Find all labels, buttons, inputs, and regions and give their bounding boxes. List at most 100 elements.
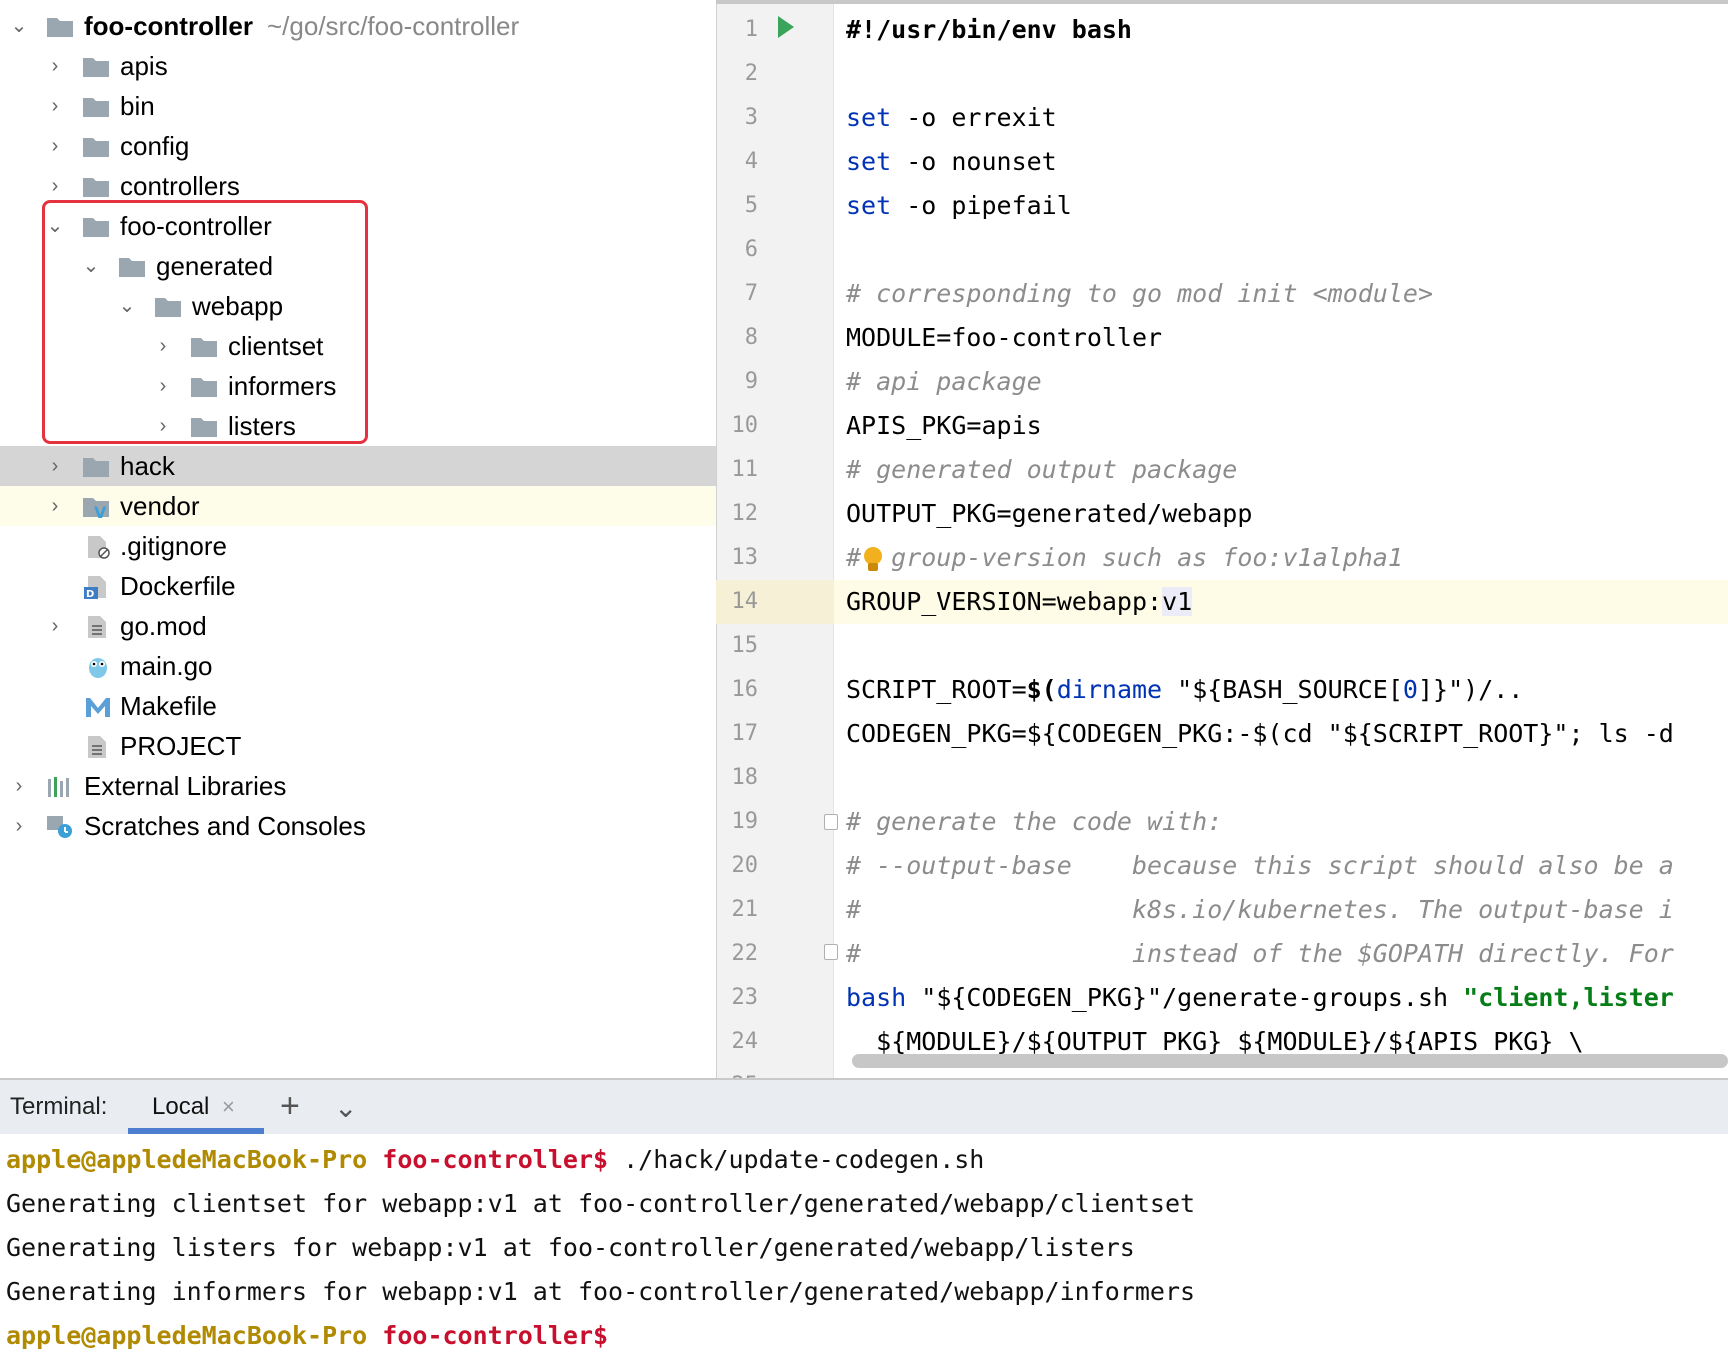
line-number: 11: [731, 457, 759, 482]
code-line-current: GROUP_VERSION=webapp:v1: [846, 587, 1193, 616]
ignore-file-icon: [88, 536, 110, 559]
chevron-right-icon[interactable]: ›: [46, 126, 64, 166]
svg-text:V: V: [94, 503, 107, 519]
terminal-command: ./hack/update-codegen.sh: [608, 1145, 985, 1174]
lightbulb-base: [868, 563, 878, 571]
code-line: #!/usr/bin/env bash: [846, 15, 1132, 44]
chevron-right-icon[interactable]: ›: [46, 486, 64, 526]
code-line: # group-version such as foo:v1alpha1: [846, 543, 1403, 572]
tree-item-dockerfile[interactable]: D Dockerfile: [0, 566, 716, 606]
prompt-user: apple@appledeMacBook-Pro: [6, 1321, 368, 1350]
tree-item-external-libraries[interactable]: › External Libraries: [0, 766, 716, 806]
line-number: 24: [731, 1029, 759, 1054]
terminal-header: Terminal: Local × + ⌄: [0, 1078, 1728, 1134]
line-number: 18: [731, 765, 759, 790]
tree-item-label: vendor: [120, 491, 200, 521]
tree-root[interactable]: ⌄ foo-controller ~/go/src/foo-controller: [0, 6, 716, 46]
tree-item-project[interactable]: PROJECT: [0, 726, 716, 766]
terminal-line: Generating listers for webapp:v1 at foo-…: [6, 1233, 1135, 1262]
chevron-down-icon[interactable]: ⌄: [334, 1082, 357, 1134]
annotation-highlight-box: [42, 200, 368, 444]
line-number: 4: [744, 149, 758, 174]
chevron-right-icon[interactable]: ›: [46, 46, 64, 86]
chevron-right-icon[interactable]: ›: [10, 766, 28, 806]
folder-icon: [83, 458, 109, 477]
fold-marker-icon[interactable]: [824, 944, 838, 960]
tree-item-apis[interactable]: › apis: [0, 46, 716, 86]
code-editor[interactable]: 1 2 3 4 5 6 7 8 9 10 11 12 13 14 15 16 1…: [716, 0, 1728, 1078]
library-icon: [48, 777, 69, 797]
tree-item-label: .gitignore: [120, 531, 227, 561]
tree-item-hack[interactable]: › hack: [0, 446, 716, 486]
chevron-down-icon[interactable]: ⌄: [10, 6, 28, 46]
prompt-dir: foo-controller$: [382, 1321, 609, 1350]
tree-item-scratches[interactable]: › Scratches and Consoles: [0, 806, 716, 846]
line-number: 22: [731, 941, 759, 966]
chevron-right-icon[interactable]: ›: [46, 606, 64, 646]
line-number: 21: [731, 897, 759, 922]
tree-item-label: Scratches and Consoles: [84, 811, 366, 841]
project-tree: ⌄ foo-controller ~/go/src/foo-controller …: [0, 0, 716, 1078]
text-file-icon: [88, 736, 106, 758]
line-number: 15: [731, 633, 759, 658]
editor-top-border: [716, 0, 1728, 4]
line-number: 20: [731, 853, 759, 878]
tree-item-label: Makefile: [120, 691, 217, 721]
line-number: 7: [744, 281, 758, 306]
line-number: 3: [744, 105, 758, 130]
fold-marker-icon[interactable]: [824, 814, 838, 830]
line-number: 14: [731, 589, 759, 614]
terminal-output[interactable]: apple@appledeMacBook-Pro foo-controller$…: [0, 1134, 1728, 1352]
folder-icon: [83, 178, 109, 197]
scratches-icon: [47, 816, 72, 838]
chevron-right-icon[interactable]: ›: [10, 806, 28, 846]
tab-local[interactable]: Local ×: [128, 1080, 264, 1134]
code-line: # generated output package: [846, 455, 1238, 484]
line-number: 6: [744, 237, 758, 262]
line-number: 8: [744, 325, 758, 350]
close-icon[interactable]: ×: [222, 1080, 235, 1134]
vendor-folder-icon: V: [83, 498, 109, 519]
code-line: # --output-base because this script shou…: [846, 851, 1674, 880]
tree-item-label: hack: [120, 451, 175, 481]
tree-item-go-mod[interactable]: › go.mod: [0, 606, 716, 646]
tree-item-main-go[interactable]: main.go: [0, 646, 716, 686]
code-line: set -o errexit: [846, 103, 1057, 132]
line-number: 2: [744, 61, 758, 86]
add-tab-icon[interactable]: +: [280, 1080, 300, 1132]
terminal-title: Terminal:: [10, 1093, 108, 1120]
terminal-line: Generating informers for webapp:v1 at fo…: [6, 1277, 1196, 1306]
tree-item-label: bin: [120, 91, 155, 121]
terminal-line: apple@appledeMacBook-Pro foo-controller$…: [6, 1138, 984, 1182]
svg-text:D: D: [86, 589, 94, 599]
line-number: 17: [731, 721, 759, 746]
line-number: 12: [731, 501, 759, 526]
makefile-icon: [86, 698, 110, 717]
chevron-right-icon[interactable]: ›: [46, 86, 64, 126]
tree-item-config[interactable]: › config: [0, 126, 716, 166]
code-line: # k8s.io/kubernetes. The output-base i: [846, 895, 1674, 924]
prompt-user: apple@appledeMacBook-Pro: [6, 1145, 368, 1174]
code-line: # generate the code with:: [846, 807, 1223, 836]
tree-item-gitignore[interactable]: .gitignore: [0, 526, 716, 566]
horizontal-scrollbar[interactable]: [852, 1054, 1728, 1068]
line-number: 25: [716, 1064, 759, 1078]
line-number: 19: [731, 809, 759, 834]
tree-item-bin[interactable]: › bin: [0, 86, 716, 126]
tree-root-path: ~/go/src/foo-controller: [267, 11, 520, 41]
tree-item-makefile[interactable]: Makefile: [0, 686, 716, 726]
code-line: CODEGEN_PKG=${CODEGEN_PKG:-$(cd "${SCRIP…: [846, 719, 1674, 748]
tree-item-label: PROJECT: [120, 731, 242, 761]
tree-root-name: foo-controller: [84, 11, 253, 41]
tree-item-label: main.go: [120, 651, 213, 681]
tree-item-vendor[interactable]: › V vendor: [0, 486, 716, 526]
line-number: 1: [744, 17, 758, 42]
text-file-icon: [88, 616, 106, 638]
tree-item-label: go.mod: [120, 611, 207, 641]
terminal-line: Generating clientset for webapp:v1 at fo…: [6, 1189, 1196, 1218]
folder-icon: [47, 18, 73, 37]
chevron-right-icon[interactable]: ›: [46, 446, 64, 486]
line-number: 9: [744, 369, 758, 394]
prompt-dir: foo-controller$: [382, 1145, 609, 1174]
run-script-icon[interactable]: [778, 16, 794, 38]
